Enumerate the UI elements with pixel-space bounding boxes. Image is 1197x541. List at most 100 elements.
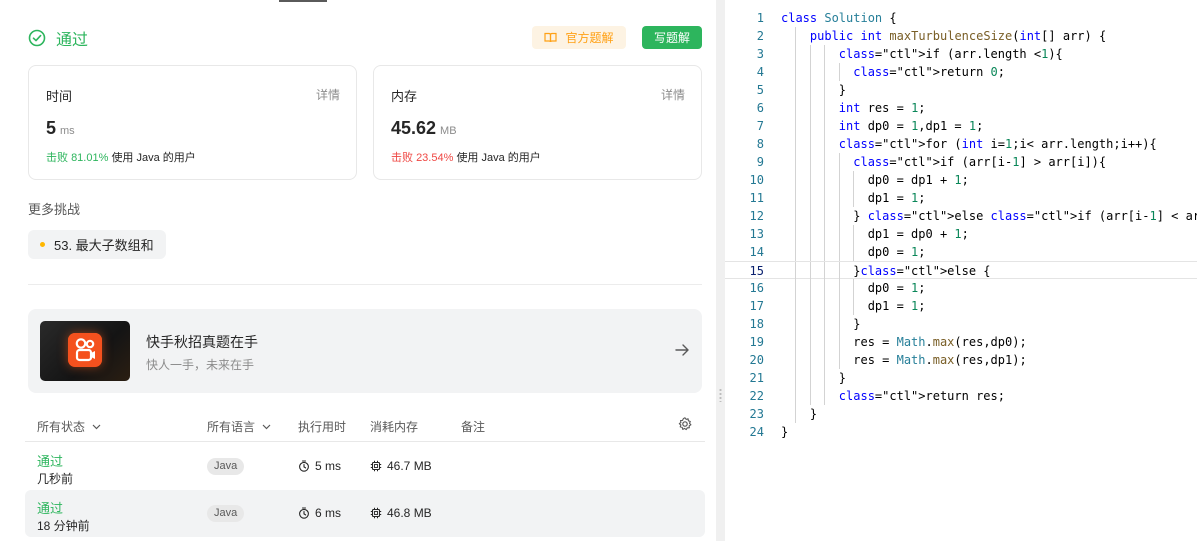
- code-text[interactable]: dp1 = dp0 + 1;: [781, 225, 969, 243]
- line-number: 17: [749, 299, 764, 313]
- line-number: 2: [756, 29, 764, 43]
- row-status[interactable]: 通过: [37, 498, 63, 517]
- stopwatch-icon: [299, 507, 309, 519]
- line-number: 24: [749, 425, 764, 439]
- code-text[interactable]: class="ctl">for (int i=1;i< arr.length;i…: [781, 135, 1157, 153]
- submission-row[interactable]: 通过 几秒前 Java 5 ms 46.7 MB: [25, 443, 705, 490]
- code-text[interactable]: public int maxTurbulenceSize(int[] arr) …: [781, 27, 1106, 45]
- runtime-number: 5: [46, 118, 57, 138]
- code-line[interactable]: 1 class Solution {: [725, 9, 1197, 27]
- code-line[interactable]: 2 public int maxTurbulenceSize(int[] arr…: [725, 27, 1197, 45]
- code-text[interactable]: }class="ctl">else {: [781, 262, 990, 280]
- code-text[interactable]: }: [781, 369, 846, 387]
- line-number: 9: [756, 155, 764, 169]
- book-icon: [544, 32, 558, 43]
- code-text[interactable]: }: [781, 81, 846, 99]
- code-text[interactable]: dp0 = dp1 + 1;: [781, 171, 969, 189]
- code-text[interactable]: class="ctl">if (arr.length <1){: [781, 45, 1063, 63]
- code-line[interactable]: 8 class="ctl">for (int i=1;i< arr.length…: [725, 135, 1197, 153]
- line-number: 7: [756, 119, 764, 133]
- code-line[interactable]: 24}: [725, 423, 1197, 441]
- code-line[interactable]: 5 }: [725, 81, 1197, 99]
- code-line[interactable]: 11 dp1 = 1;: [725, 189, 1197, 207]
- status-filter[interactable]: 所有状态: [37, 418, 101, 435]
- notes-header-label: 备注: [461, 420, 486, 434]
- code-line[interactable]: 14 dp0 = 1;: [725, 243, 1197, 261]
- code-line[interactable]: 16 dp0 = 1;: [725, 279, 1197, 297]
- row-memory-value: 46.7 MB: [387, 459, 432, 473]
- row-memory: 46.7 MB: [370, 459, 432, 473]
- row-memory: 46.8 MB: [370, 506, 432, 520]
- code-text[interactable]: class Solution {: [781, 9, 897, 27]
- code-text[interactable]: }: [781, 405, 817, 423]
- code-line[interactable]: 12 } class="ctl">else class="ctl">if (ar…: [725, 207, 1197, 225]
- code-line[interactable]: 23 }: [725, 405, 1197, 423]
- language-filter[interactable]: 所有语言: [207, 418, 271, 435]
- line-number: 22: [749, 389, 764, 403]
- submission-result-panel: 通过 官方题解 写题解 时间 详情 5 ms 击败 81.01% 使用 Java …: [0, 0, 716, 541]
- memory-value: 45.62 MB: [391, 118, 457, 139]
- arrow-right-icon: [675, 344, 689, 356]
- code-text[interactable]: dp0 = 1;: [781, 279, 926, 297]
- line-number: 3: [756, 47, 764, 61]
- runtime-beat-percent: 81.01%: [71, 152, 109, 164]
- code-line[interactable]: 6 int res = 1;: [725, 99, 1197, 117]
- submission-row[interactable]: 通过 18 分钟前 Java 6 ms 46.8 MB: [25, 490, 705, 537]
- code-text[interactable]: class="ctl">return res;: [781, 387, 1005, 405]
- line-number: 1: [756, 11, 764, 25]
- code-line[interactable]: 22 class="ctl">return res;: [725, 387, 1197, 405]
- code-line[interactable]: 19 res = Math.max(res,dp0);: [725, 333, 1197, 351]
- code-text[interactable]: dp1 = 1;: [781, 189, 926, 207]
- runtime-detail-link[interactable]: 详情: [316, 86, 340, 103]
- code-line[interactable]: 7 int dp0 = 1,dp1 = 1;: [725, 117, 1197, 135]
- more-challenges-title: 更多挑战: [28, 202, 81, 217]
- code-line[interactable]: 18 }: [725, 315, 1197, 333]
- code-line[interactable]: 9 class="ctl">if (arr[i-1] > arr[i]){: [725, 153, 1197, 171]
- code-text[interactable]: dp0 = 1;: [781, 243, 926, 261]
- line-number: 12: [749, 209, 764, 223]
- notes-header: 备注: [461, 418, 485, 435]
- official-solution-button[interactable]: 官方题解: [532, 26, 626, 49]
- chip-icon: [370, 507, 382, 519]
- memory-title: 内存: [391, 89, 418, 104]
- gear-icon[interactable]: [678, 417, 692, 431]
- challenge-chip[interactable]: 53. 最大子数组和: [28, 230, 166, 259]
- row-language-badge: Java: [207, 505, 245, 522]
- code-text[interactable]: class="ctl">return 0;: [781, 63, 1005, 81]
- code-line[interactable]: 10 dp0 = dp1 + 1;: [725, 171, 1197, 189]
- code-text[interactable]: int res = 1;: [781, 99, 926, 117]
- code-line[interactable]: 13 dp1 = dp0 + 1;: [725, 225, 1197, 243]
- runtime-header-label: 执行用时: [298, 420, 347, 434]
- memory-beat-percent: 23.54%: [416, 152, 454, 164]
- code-text[interactable]: class="ctl">if (arr[i-1] > arr[i]){: [781, 153, 1106, 171]
- row-time: 18 分钟前: [37, 519, 90, 533]
- row-runtime-value: 6 ms: [315, 506, 342, 520]
- write-solution-button[interactable]: 写题解: [642, 26, 702, 49]
- runtime-card: 时间 详情 5 ms 击败 81.01% 使用 Java 的用户: [28, 65, 357, 180]
- code-text[interactable]: res = Math.max(res,dp1);: [781, 351, 1026, 369]
- code-editor[interactable]: 1 class Solution {2 public int maxTurbule…: [725, 9, 1197, 441]
- code-text[interactable]: res = Math.max(res,dp0);: [781, 333, 1026, 351]
- memory-detail-link[interactable]: 详情: [661, 86, 685, 103]
- runtime-beat-prefix: 击败: [46, 152, 68, 164]
- code-text[interactable]: }: [781, 423, 788, 441]
- code-line[interactable]: 4 class="ctl">return 0;: [725, 63, 1197, 81]
- row-status[interactable]: 通过: [37, 451, 63, 470]
- code-text[interactable]: int dp0 = 1,dp1 = 1;: [781, 117, 984, 135]
- stopwatch-icon: [299, 460, 309, 472]
- panel-resizer[interactable]: [716, 0, 725, 541]
- code-text[interactable]: dp1 = 1;: [781, 297, 926, 315]
- code-line[interactable]: 20 res = Math.max(res,dp1);: [725, 351, 1197, 369]
- promo-banner[interactable]: 快手秋招真题在手 快人一手，未来在手: [28, 309, 702, 393]
- line-number: 16: [749, 281, 764, 295]
- code-line[interactable]: 15 }class="ctl">else {: [725, 261, 1197, 280]
- code-editor-panel[interactable]: 1 class Solution {2 public int maxTurbule…: [725, 0, 1197, 541]
- code-text[interactable]: } class="ctl">else class="ctl">if (arr[i…: [781, 207, 1197, 225]
- line-number: 19: [749, 335, 764, 349]
- resize-handle-icon[interactable]: [719, 388, 722, 402]
- code-text[interactable]: }: [781, 315, 860, 333]
- code-line[interactable]: 17 dp1 = 1;: [725, 297, 1197, 315]
- code-line[interactable]: 21 }: [725, 369, 1197, 387]
- row-runtime: 5 ms: [298, 459, 341, 473]
- code-line[interactable]: 3 class="ctl">if (arr.length <1){: [725, 45, 1197, 63]
